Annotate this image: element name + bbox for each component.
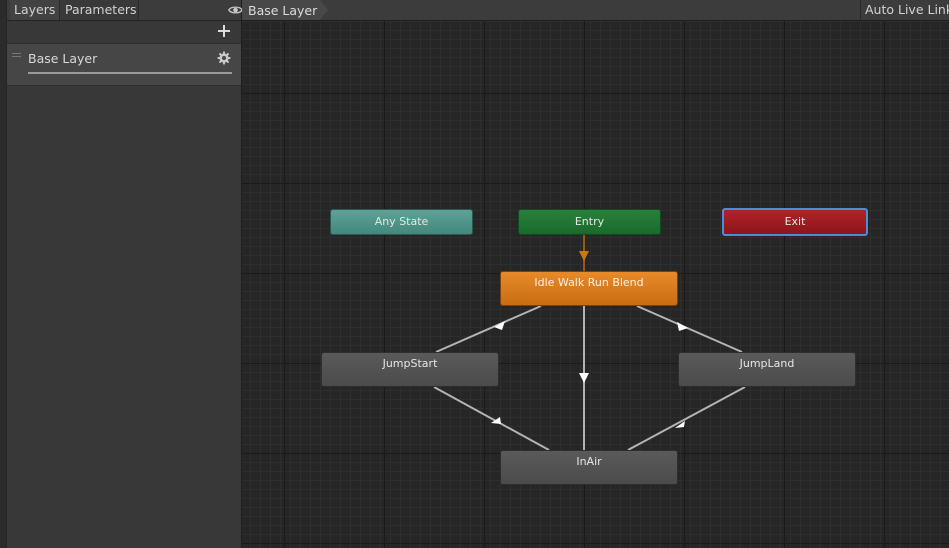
tab-parameters[interactable]: Parameters <box>61 0 139 20</box>
plus-icon[interactable] <box>216 23 232 39</box>
layers-panel: Layers Parameters Base Layer <box>0 0 243 548</box>
state-in-air[interactable]: InAir <box>500 450 678 485</box>
auto-live-link-toggle[interactable]: Auto Live Link <box>860 0 949 20</box>
state-exit[interactable]: Exit <box>722 208 868 236</box>
state-label: Entry <box>574 215 605 228</box>
drag-handle-icon[interactable] <box>12 53 21 59</box>
state-label: Any State <box>374 215 429 228</box>
state-label: JumpStart <box>382 357 438 370</box>
state-label: Exit <box>784 215 806 228</box>
tab-layers[interactable]: Layers <box>10 0 60 20</box>
panel-edge <box>0 0 7 548</box>
animator-window: Layers Parameters Base Layer Base Layer … <box>0 0 949 548</box>
eye-icon[interactable] <box>228 4 243 16</box>
layer-name: Base Layer <box>28 51 98 66</box>
state-label: JumpLand <box>739 357 795 370</box>
state-label: InAir <box>576 455 602 468</box>
layers-toolbar <box>7 21 241 41</box>
state-any-state[interactable]: Any State <box>330 209 473 235</box>
state-label: Idle Walk Run Blend <box>534 276 644 289</box>
state-jump-start[interactable]: JumpStart <box>321 352 499 387</box>
gear-icon[interactable] <box>217 51 231 65</box>
layer-weight-bar[interactable] <box>28 72 232 74</box>
state-idle-walk-run-blend[interactable]: Idle Walk Run Blend <box>500 271 678 306</box>
state-entry[interactable]: Entry <box>518 209 661 235</box>
layer-item-base-layer[interactable]: Base Layer <box>7 43 241 86</box>
breadcrumb-arrow-icon <box>320 0 328 20</box>
breadcrumb-label: Base Layer <box>248 3 318 18</box>
graph-header: Base Layer Auto Live Link <box>242 0 949 21</box>
breadcrumb[interactable]: Base Layer <box>242 0 320 20</box>
panel-tab-bar: Layers Parameters <box>7 0 243 21</box>
state-jump-land[interactable]: JumpLand <box>678 352 856 387</box>
